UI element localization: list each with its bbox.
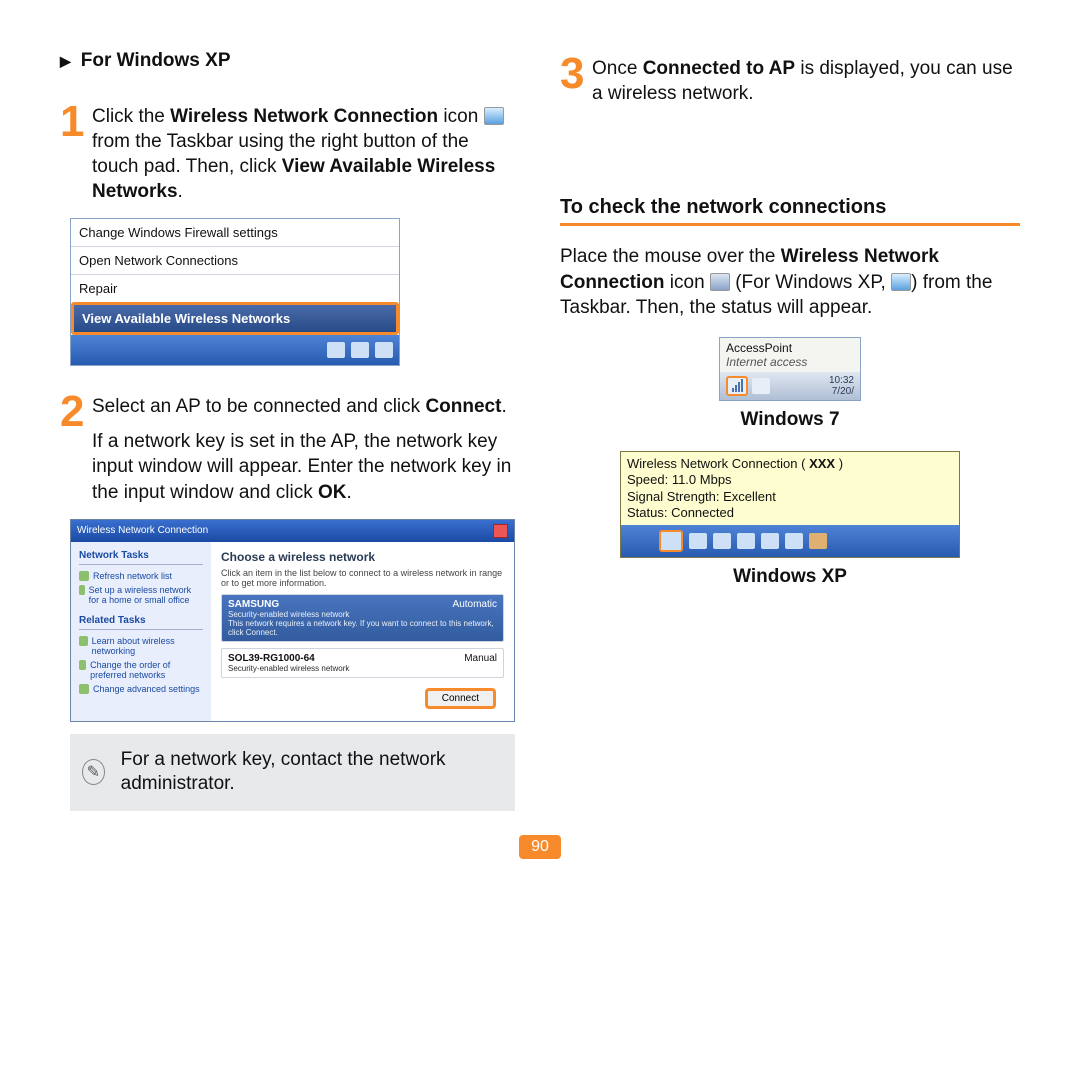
section-title: For Windows XP	[81, 50, 231, 72]
tray-icon	[375, 342, 393, 358]
figure-caption: Windows 7	[560, 409, 1020, 431]
step-number: 3	[560, 52, 586, 96]
sidebar-link[interactable]: Refresh network list	[79, 571, 203, 581]
xp-tray	[621, 525, 959, 557]
ap-item-selected[interactable]: SAMSUNGAutomatic Security-enabled wirele…	[221, 594, 504, 642]
win7-tray: 10:32 7/20/	[720, 372, 860, 400]
info-note: ✎ For a network key, contact the network…	[70, 734, 515, 811]
menu-item[interactable]: Repair	[71, 274, 399, 302]
tray-icon	[761, 533, 779, 549]
page-number: 90	[0, 835, 1080, 859]
step-number: 1	[60, 100, 86, 144]
pencil-icon: ✎	[82, 759, 105, 785]
volume-icon	[752, 378, 770, 394]
orange-rule	[560, 223, 1020, 226]
wireless-tray-icon[interactable]	[659, 530, 683, 552]
step-2: 2 Select an AP to be connected and click…	[60, 390, 520, 504]
dialog-main: Choose a wireless network Click an item …	[211, 542, 514, 721]
tray-icon	[785, 533, 803, 549]
xp-tray-figure: Wireless Network Connection ( XXX ) Spee…	[620, 451, 960, 558]
dialog-titlebar: Wireless Network Connection	[71, 520, 514, 542]
triangle-icon: ▶	[60, 53, 71, 70]
figure-caption: Windows XP	[560, 566, 1020, 588]
tray-icon	[737, 533, 755, 549]
menu-item[interactable]: Change Windows Firewall settings	[71, 219, 399, 246]
sidebar-link[interactable]: Learn about wireless networking	[79, 636, 203, 656]
tray-icon	[351, 342, 369, 358]
clock: 10:32 7/20/	[829, 375, 854, 397]
connect-button[interactable]: Connect	[425, 688, 496, 709]
tray-icon	[713, 533, 731, 549]
close-icon[interactable]	[493, 524, 508, 538]
context-menu-figure: Change Windows Firewall settings Open Ne…	[70, 218, 400, 366]
menu-item-highlighted[interactable]: View Available Wireless Networks	[71, 302, 399, 335]
step-3: 3 Once Connected to AP is displayed, you…	[560, 52, 1020, 106]
wireless-dialog-figure: Wireless Network Connection Network Task…	[70, 519, 515, 722]
subsection-title: To check the network connections	[560, 196, 1020, 219]
step-number: 2	[60, 390, 86, 434]
tray-icon	[809, 533, 827, 549]
tray-icon	[689, 533, 707, 549]
menu-item[interactable]: Open Network Connections	[71, 246, 399, 274]
sidebar-link[interactable]: Change advanced settings	[79, 684, 203, 694]
tooltip: AccessPoint Internet access	[720, 338, 860, 372]
sidebar-link[interactable]: Set up a wireless network for a home or …	[79, 585, 203, 605]
signal-tray-icon[interactable]	[726, 376, 748, 396]
wireless-icon	[891, 273, 911, 291]
ap-item[interactable]: SOL39-RG1000-64Manual Security-enabled w…	[221, 648, 504, 678]
body-text: Place the mouse over the Wireless Networ…	[560, 244, 1020, 321]
signal-icon	[710, 273, 730, 291]
tray-icon	[327, 342, 345, 358]
tooltip: Wireless Network Connection ( XXX ) Spee…	[621, 452, 959, 525]
wireless-disabled-icon	[484, 107, 504, 125]
taskbar	[71, 335, 399, 365]
step-1: 1 Click the Wireless Network Connection …	[60, 100, 520, 204]
sidebar-link[interactable]: Change the order of preferred networks	[79, 660, 203, 680]
win7-tray-figure: AccessPoint Internet access 10:32 7/20/	[719, 337, 861, 401]
section-heading: ▶ For Windows XP	[60, 50, 520, 72]
dialog-sidebar: Network Tasks Refresh network list Set u…	[71, 542, 211, 721]
